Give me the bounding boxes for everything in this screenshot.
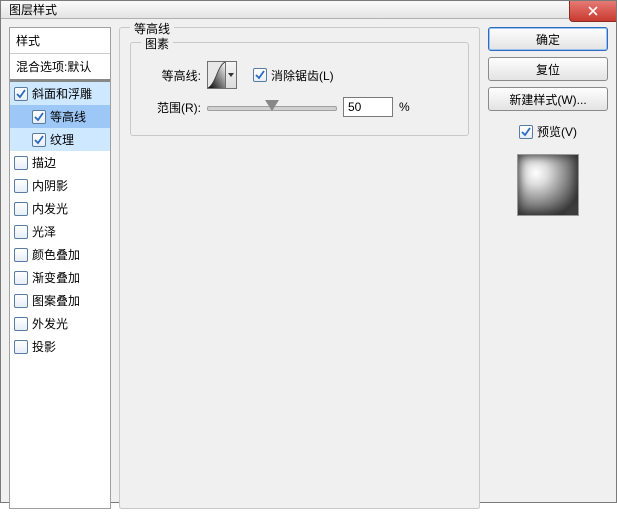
- dialog-body: 样式 混合选项:默认 斜面和浮雕等高线纹理描边内阴影内发光光泽颜色叠加渐变叠加图…: [1, 19, 616, 517]
- style-checkbox[interactable]: [14, 340, 28, 354]
- contour-picker[interactable]: [207, 61, 237, 89]
- close-button[interactable]: [569, 1, 616, 22]
- preview-label: 预览(V): [537, 123, 577, 140]
- antialias-check-icon: [253, 68, 267, 82]
- style-item[interactable]: 光泽: [10, 220, 110, 243]
- style-checkbox[interactable]: [14, 179, 28, 193]
- new-style-button[interactable]: 新建样式(W)...: [488, 87, 608, 111]
- style-item-label: 内发光: [32, 200, 68, 217]
- style-checkbox[interactable]: [32, 110, 46, 124]
- style-checkbox[interactable]: [32, 133, 46, 147]
- style-checkbox[interactable]: [14, 202, 28, 216]
- range-input[interactable]: [343, 97, 393, 117]
- preview-checkbox[interactable]: 预览(V): [488, 123, 608, 140]
- window-title: 图层样式: [9, 1, 57, 18]
- reset-label: 复位: [536, 61, 560, 78]
- style-item-label: 光泽: [32, 223, 56, 240]
- style-item-label: 等高线: [50, 108, 86, 125]
- styles-panel: 样式 混合选项:默认 斜面和浮雕等高线纹理描边内阴影内发光光泽颜色叠加渐变叠加图…: [9, 27, 111, 509]
- style-item[interactable]: 等高线: [10, 105, 110, 128]
- style-item[interactable]: 斜面和浮雕: [10, 82, 110, 105]
- style-item[interactable]: 渐变叠加: [10, 266, 110, 289]
- preview-thumbnail: [517, 154, 579, 216]
- ok-label: 确定: [536, 31, 560, 48]
- styles-list: 斜面和浮雕等高线纹理描边内阴影内发光光泽颜色叠加渐变叠加图案叠加外发光投影: [10, 82, 110, 358]
- elements-group: 图素 等高线:: [130, 42, 469, 136]
- titlebar: 图层样式: [1, 1, 616, 19]
- range-slider[interactable]: [207, 99, 337, 115]
- right-panel: 确定 复位 新建样式(W)... 预览(V): [488, 27, 608, 509]
- close-icon: [588, 6, 598, 16]
- range-label: 范围(R):: [141, 99, 201, 116]
- style-item-label: 颜色叠加: [32, 246, 80, 263]
- range-row: 范围(R): %: [141, 97, 458, 117]
- contour-dropdown[interactable]: [225, 62, 236, 88]
- style-item[interactable]: 外发光: [10, 312, 110, 335]
- contour-label: 等高线:: [141, 67, 201, 84]
- chevron-down-icon: [228, 73, 234, 77]
- style-item-label: 内阴影: [32, 177, 68, 194]
- style-item[interactable]: 内阴影: [10, 174, 110, 197]
- range-unit: %: [399, 100, 410, 114]
- center-panel: 等高线 图素 等高线:: [119, 27, 480, 509]
- style-item-label: 投影: [32, 338, 56, 355]
- style-checkbox[interactable]: [14, 156, 28, 170]
- layer-style-dialog: 图层样式 样式 混合选项:默认 斜面和浮雕等高线纹理描边内阴影内发光光泽颜色叠加…: [0, 0, 617, 503]
- elements-group-label: 图素: [141, 35, 173, 52]
- contour-group: 等高线 图素 等高线:: [119, 27, 480, 509]
- ok-button[interactable]: 确定: [488, 27, 608, 51]
- style-item[interactable]: 图案叠加: [10, 289, 110, 312]
- style-checkbox[interactable]: [14, 225, 28, 239]
- preview-check-icon: [519, 125, 533, 139]
- reset-button[interactable]: 复位: [488, 57, 608, 81]
- styles-header[interactable]: 样式: [10, 28, 110, 54]
- style-item[interactable]: 投影: [10, 335, 110, 358]
- style-item-label: 图案叠加: [32, 292, 80, 309]
- antialias-label: 消除锯齿(L): [271, 67, 334, 84]
- blending-options-header[interactable]: 混合选项:默认: [10, 54, 110, 82]
- style-checkbox[interactable]: [14, 317, 28, 331]
- style-item[interactable]: 颜色叠加: [10, 243, 110, 266]
- style-checkbox[interactable]: [14, 271, 28, 285]
- style-item-label: 外发光: [32, 315, 68, 332]
- contour-preview: [208, 62, 225, 88]
- style-item-label: 纹理: [50, 131, 74, 148]
- slider-thumb[interactable]: [265, 100, 279, 111]
- antialias-checkbox[interactable]: 消除锯齿(L): [253, 67, 334, 84]
- style-checkbox[interactable]: [14, 87, 28, 101]
- contour-row: 等高线:: [141, 61, 458, 89]
- style-item-label: 描边: [32, 154, 56, 171]
- style-checkbox[interactable]: [14, 294, 28, 308]
- style-item[interactable]: 内发光: [10, 197, 110, 220]
- style-item-label: 斜面和浮雕: [32, 85, 92, 102]
- style-item-label: 渐变叠加: [32, 269, 80, 286]
- style-checkbox[interactable]: [14, 248, 28, 262]
- style-item[interactable]: 描边: [10, 151, 110, 174]
- style-item[interactable]: 纹理: [10, 128, 110, 151]
- new-style-label: 新建样式(W)...: [509, 91, 586, 108]
